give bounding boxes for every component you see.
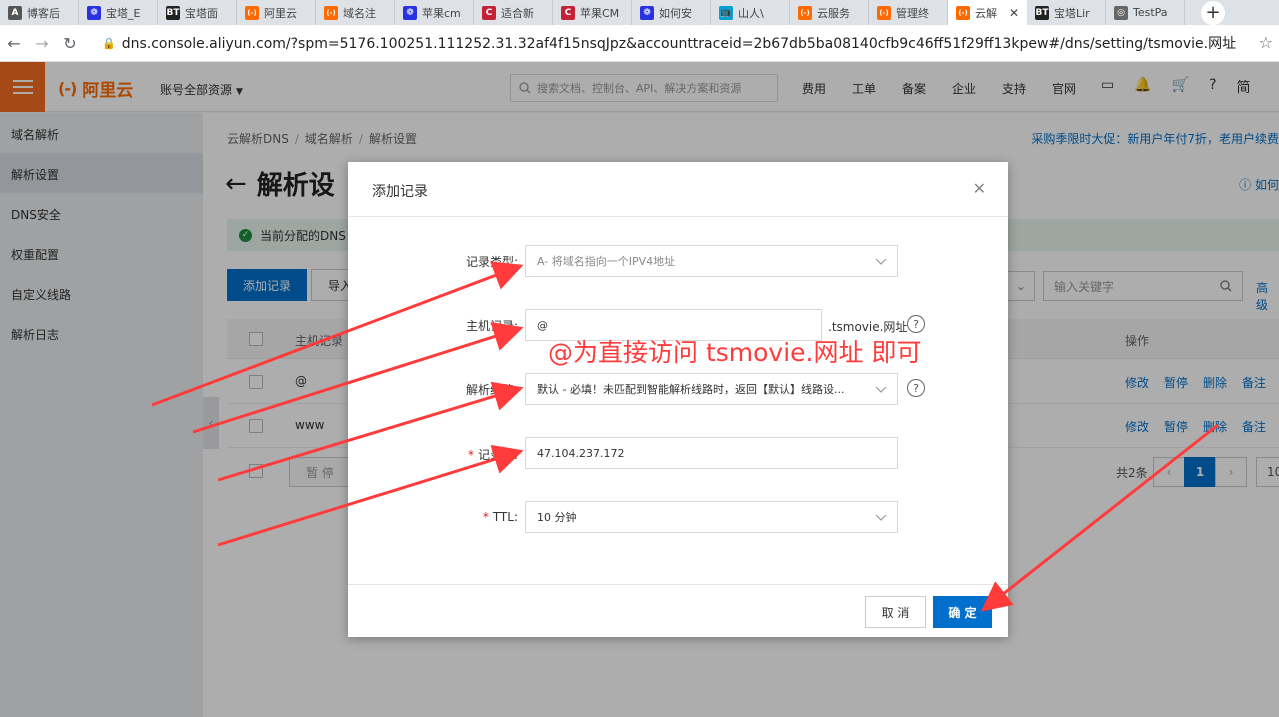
address-bar-url[interactable]: dns.console.aliyun.com/?spm=5176.100251.…	[122, 33, 1236, 53]
dialog-divider	[348, 584, 1008, 585]
browser-tab-label: 宝塔_E	[106, 6, 141, 20]
browser-tab[interactable]: (-) 管理终	[869, 0, 948, 25]
browser-tab-label: 宝塔面	[185, 6, 218, 20]
plus-icon: +	[1201, 0, 1225, 25]
bookmark-star-icon[interactable]: ☆	[1259, 33, 1273, 52]
record-type-value: A- 将域名指向一个IPV4地址	[537, 255, 676, 268]
browser-tab-label: 山人\	[738, 6, 764, 20]
browser-tab[interactable]: 📺 山人\	[711, 0, 790, 25]
globe-icon: ◎	[1114, 5, 1128, 20]
aliyun-icon: (-)	[877, 5, 891, 20]
browser-tab[interactable]: (-) 云服务	[790, 0, 869, 25]
browser-tab[interactable]: ❁ 苹果cm	[395, 0, 474, 25]
browser-tab-strip: A 博客后 ❁ 宝塔_E BT 宝塔面 (-) 阿里云 (-) 域名注 ❁ 苹果cm C 适合新 C 苹果CM…	[0, 0, 1279, 25]
browser-tab-label: TestPa	[1133, 6, 1168, 19]
question-circle-icon[interactable]: ?	[907, 315, 925, 333]
record-value-input[interactable]: 47.104.237.172	[525, 437, 898, 469]
aliyun-icon: (-)	[798, 5, 812, 20]
host-value: @	[537, 318, 548, 332]
close-tab-icon[interactable]: ✕	[1009, 6, 1019, 20]
chevron-down-icon	[875, 386, 887, 393]
host-label: 主机记录:	[465, 319, 518, 333]
browser-tab[interactable]: ◎ TestPa	[1106, 0, 1185, 25]
browser-tab[interactable]: A 博客后	[0, 0, 79, 25]
dialog-title: 添加记录	[372, 184, 428, 200]
bt-icon: BT	[1035, 5, 1049, 20]
browser-tab[interactable]: C 适合新	[474, 0, 553, 25]
baidu-paw-icon: ❁	[403, 5, 417, 20]
browser-tab-label: 如何安	[659, 6, 692, 20]
record-value-label: * 记录值:	[467, 448, 518, 462]
forward-icon[interactable]: →	[28, 34, 56, 53]
browser-tab-label: 管理终	[896, 6, 929, 20]
new-tab-button[interactable]: +	[1199, 0, 1227, 25]
browser-toolbar: ← → ↻ 🔒 dns.console.aliyun.com/?spm=5176…	[0, 25, 1279, 62]
aliyun-icon: (-)	[956, 5, 970, 20]
line-label: 解析线路:	[465, 383, 518, 397]
browser-tab-label: 苹果cm	[422, 6, 461, 20]
ttl-value: 10 分钟	[537, 511, 577, 524]
browser-tab[interactable]: (-) 云解 ✕	[948, 0, 1027, 25]
browser-tab-label: 博客后	[27, 6, 60, 20]
browser-tab[interactable]: C 苹果CM	[553, 0, 632, 25]
csdn-icon: C	[561, 5, 575, 20]
csdn-icon: C	[482, 5, 496, 20]
bilibili-icon: 📺	[719, 5, 733, 20]
browser-tab[interactable]: (-) 阿里云	[237, 0, 316, 25]
browser-tab-label: 阿里云	[264, 6, 297, 20]
browser-tab-label: 云解	[975, 6, 997, 20]
browser-tab-label: 宝塔Lir	[1054, 6, 1090, 20]
chevron-down-icon	[875, 514, 887, 521]
browser-tab[interactable]: ❁ 宝塔_E	[79, 0, 158, 25]
bt-icon: BT	[166, 5, 180, 20]
browser-tab[interactable]: BT 宝塔Lir	[1027, 0, 1106, 25]
back-icon[interactable]: ←	[0, 34, 28, 53]
browser-tab-label: 苹果CM	[580, 6, 620, 20]
browser-tab-label: 云服务	[817, 6, 850, 20]
browser-tab-label: 适合新	[501, 6, 534, 20]
ttl-select[interactable]: 10 分钟	[525, 501, 898, 533]
required-mark: *	[482, 510, 489, 524]
reload-icon[interactable]: ↻	[56, 34, 84, 53]
confirm-button[interactable]: 确 定	[933, 596, 992, 628]
cancel-button[interactable]: 取 消	[865, 596, 926, 628]
line-select[interactable]: 默认 - 必填！未匹配到智能解析线路时，返回【默认】线路设...	[525, 373, 898, 405]
aliyun-icon: (-)	[324, 5, 338, 20]
browser-tab[interactable]: BT 宝塔面	[158, 0, 237, 25]
close-icon[interactable]: ✕	[973, 179, 986, 198]
record-type-select[interactable]: A- 将域名指向一个IPV4地址	[525, 245, 898, 277]
chevron-down-icon	[875, 258, 887, 265]
question-circle-icon[interactable]: ?	[907, 379, 925, 397]
aliyun-a-icon: A	[8, 5, 22, 20]
line-value: 默认 - 必填！未匹配到智能解析线路时，返回【默认】线路设...	[537, 383, 845, 396]
annotation-text: @为直接访问 tsmovie.网址 即可	[548, 338, 922, 367]
browser-tab-label: 域名注	[343, 6, 376, 20]
add-record-dialog: 添加记录 ✕ 记录类型: A- 将域名指向一个IPV4地址 主机记录: @ .t…	[348, 162, 1008, 637]
browser-tab[interactable]: ❁ 如何安	[632, 0, 711, 25]
baidu-paw-icon: ❁	[87, 5, 101, 20]
ttl-label: * TTL:	[482, 510, 518, 524]
browser-tab[interactable]: (-) 域名注	[316, 0, 395, 25]
required-mark: *	[467, 448, 474, 462]
aliyun-icon: (-)	[245, 5, 259, 20]
record-type-label: 记录类型:	[465, 255, 518, 269]
lock-icon: 🔒	[102, 36, 116, 50]
baidu-paw-icon: ❁	[640, 5, 654, 20]
record-value: 47.104.237.172	[537, 446, 625, 460]
dialog-header: 添加记录 ✕	[348, 162, 1008, 217]
